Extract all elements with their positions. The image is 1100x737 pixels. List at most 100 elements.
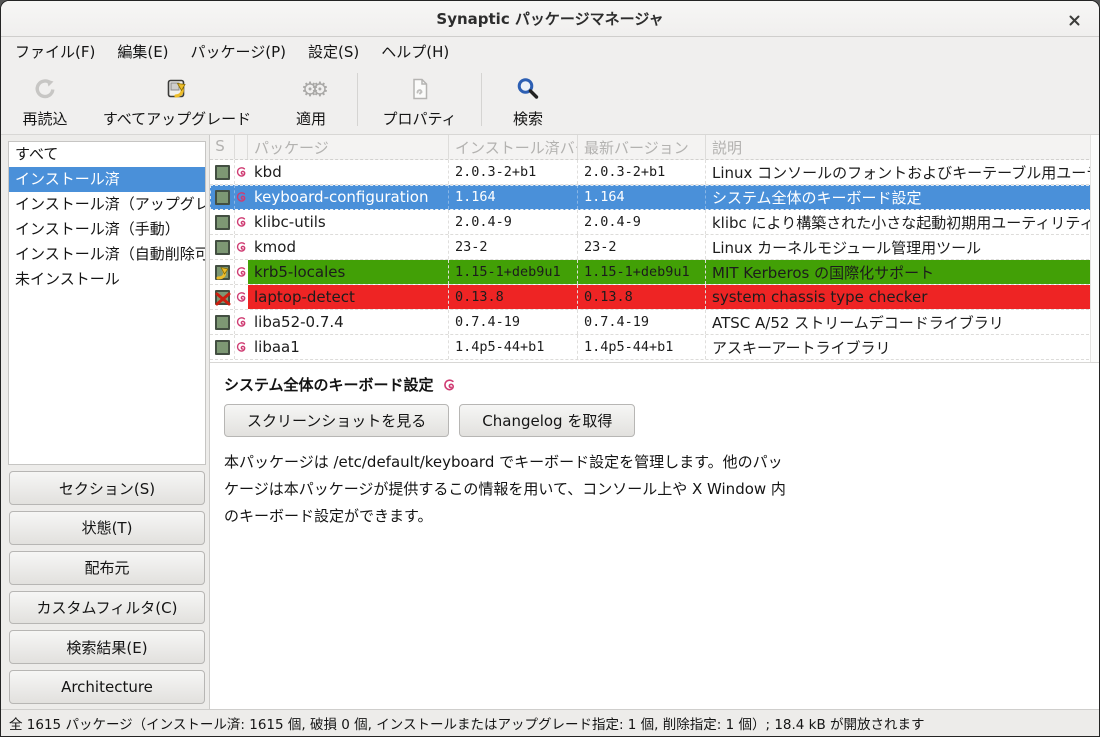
reload-icon xyxy=(32,75,58,103)
debian-swirl-icon xyxy=(235,310,248,334)
titlebar[interactable]: Synaptic パッケージマネージャ xyxy=(1,1,1099,37)
header-installed-version[interactable]: インストール済バージョン xyxy=(449,135,578,159)
package-name: libaa1 xyxy=(248,335,449,359)
upgrade-all-icon xyxy=(164,75,190,103)
upgrade-marked-icon xyxy=(215,265,230,280)
menubar: ファイル(F) 編集(E) パッケージ(P) 設定(S) ヘルプ(H) xyxy=(1,37,1099,65)
package-name: keyboard-configuration xyxy=(248,185,449,209)
latest-version: 0.7.4-19 xyxy=(578,310,706,334)
filter-not-installed[interactable]: 未インストール xyxy=(9,267,205,292)
upgrade-all-button[interactable]: すべてアップグレード xyxy=(89,65,265,134)
table-scrollbar[interactable] xyxy=(1090,135,1099,362)
reload-button[interactable]: 再読込 xyxy=(1,65,89,134)
package-description: MIT Kerberos の国際化サポート xyxy=(706,260,1099,284)
filter-all[interactable]: すべて xyxy=(9,142,205,167)
package-description: klibc により構築された小さな起動初期用ユーティリティ xyxy=(706,210,1099,234)
header-package[interactable]: パッケージ xyxy=(248,135,449,159)
table-row[interactable]: kmod 23-2 23-2 Linux カーネルモジュール管理用ツール xyxy=(210,235,1099,260)
menu-package[interactable]: パッケージ(P) xyxy=(180,37,297,65)
filter-installed-upgradable[interactable]: インストール済（アップグレード可） xyxy=(9,192,205,217)
statusbar: 全 1615 パッケージ（インストール済: 1615 個, 破損 0 個, イン… xyxy=(1,709,1099,736)
architecture-button[interactable]: Architecture xyxy=(9,670,205,704)
installed-checkbox xyxy=(215,240,230,255)
filter-list: すべて インストール済 インストール済（アップグレード可） インストール済（手動… xyxy=(8,141,206,465)
installed-checkbox xyxy=(215,215,230,230)
debian-swirl-icon xyxy=(235,335,248,359)
debian-swirl-icon xyxy=(235,185,248,209)
remove-marked-icon xyxy=(215,290,230,305)
menu-settings[interactable]: 設定(S) xyxy=(297,37,370,65)
search-button[interactable]: 検索 xyxy=(482,65,574,134)
installed-checkbox xyxy=(215,165,230,180)
header-origin[interactable] xyxy=(235,135,248,159)
properties-button[interactable]: プロパティ xyxy=(358,65,481,134)
table-row[interactable]: libaa1 1.4p5-44+b1 1.4p5-44+b1 アスキーアートライ… xyxy=(210,335,1099,360)
sections-button[interactable]: セクション(S) xyxy=(9,471,205,505)
installed-version: 0.13.8 xyxy=(449,285,578,309)
package-description: Linux カーネルモジュール管理用ツール xyxy=(706,235,1099,259)
status-cell xyxy=(210,285,235,309)
table-row-selected[interactable]: keyboard-configuration 1.164 1.164 システム全… xyxy=(210,185,1099,210)
package-name: liba52-0.7.4 xyxy=(248,310,449,334)
menu-file[interactable]: ファイル(F) xyxy=(4,37,106,65)
installed-version: 1.15-1+deb9u1 xyxy=(449,260,578,284)
close-icon xyxy=(1068,14,1081,27)
filter-installed-autoremovable[interactable]: インストール済（自動削除可能） xyxy=(9,242,205,267)
description-line: のキーボード設定ができます。 xyxy=(224,503,864,530)
latest-version: 0.13.8 xyxy=(578,285,706,309)
package-description: アスキーアートライブラリ xyxy=(706,335,1099,359)
installed-checkbox xyxy=(215,340,230,355)
origin-button[interactable]: 配布元 xyxy=(9,551,205,585)
package-description: system chassis type checker xyxy=(706,285,1099,309)
debian-swirl-icon xyxy=(442,377,457,393)
installed-version: 0.7.4-19 xyxy=(449,310,578,334)
package-pane: S パッケージ インストール済バージョン 最新バージョン 説明 kbd 2.0.… xyxy=(209,135,1099,709)
table-row[interactable]: kbd 2.0.3-2+b1 2.0.3-2+b1 Linux コンソールのフォ… xyxy=(210,160,1099,185)
table-row[interactable]: liba52-0.7.4 0.7.4-19 0.7.4-19 ATSC A/52… xyxy=(210,310,1099,335)
apply-gears-icon: ⚙⚙ xyxy=(301,75,321,103)
debian-swirl-icon xyxy=(235,260,248,284)
filter-installed-manual[interactable]: インストール済（手動） xyxy=(9,217,205,242)
latest-version: 23-2 xyxy=(578,235,706,259)
filter-installed[interactable]: インストール済 xyxy=(9,167,205,192)
description-line: ケージは本パッケージが提供するこの情報を用いて、コンソール上や X Window… xyxy=(224,476,864,503)
status-cell xyxy=(210,160,235,184)
details-title: システム全体のキーボード設定 xyxy=(224,374,434,395)
table-row-marked-upgrade[interactable]: krb5-locales 1.15-1+deb9u1 1.15-1+deb9u1… xyxy=(210,260,1099,285)
properties-label: プロパティ xyxy=(382,108,456,129)
changelog-button[interactable]: Changelog を取得 xyxy=(459,404,635,437)
apply-button[interactable]: ⚙⚙ 適用 xyxy=(265,65,357,134)
latest-version: 2.0.3-2+b1 xyxy=(578,160,706,184)
window-title: Synaptic パッケージマネージャ xyxy=(1,8,1099,29)
header-description[interactable]: 説明 xyxy=(706,135,1099,159)
properties-icon xyxy=(407,75,433,103)
upgrade-all-label: すべてアップグレード xyxy=(103,108,251,129)
latest-version: 1.15-1+deb9u1 xyxy=(578,260,706,284)
toolbar: 再読込 すべてアップグレード ⚙⚙ 適用 xyxy=(1,65,1099,135)
status-button[interactable]: 状態(T) xyxy=(9,511,205,545)
installed-version: 23-2 xyxy=(449,235,578,259)
status-cell xyxy=(210,185,235,209)
debian-swirl-icon xyxy=(235,235,248,259)
installed-version: 1.4p5-44+b1 xyxy=(449,335,578,359)
status-text: 全 1615 パッケージ（インストール済: 1615 個, 破損 0 個, イン… xyxy=(9,713,925,733)
status-cell xyxy=(210,210,235,234)
installed-version: 2.0.4-9 xyxy=(449,210,578,234)
close-button[interactable] xyxy=(1063,9,1085,31)
installed-version: 1.164 xyxy=(449,185,578,209)
debian-swirl-icon xyxy=(235,160,248,184)
table-row-marked-remove[interactable]: laptop-detect 0.13.8 0.13.8 system chass… xyxy=(210,285,1099,310)
custom-filters-button[interactable]: カスタムフィルタ(C) xyxy=(9,591,205,625)
menu-edit[interactable]: 編集(E) xyxy=(106,37,179,65)
screenshot-button[interactable]: スクリーンショットを見る xyxy=(224,404,449,437)
menu-help[interactable]: ヘルプ(H) xyxy=(370,37,460,65)
header-latest-version[interactable]: 最新バージョン xyxy=(578,135,706,159)
apply-label: 適用 xyxy=(296,108,326,129)
package-name: klibc-utils xyxy=(248,210,449,234)
search-label: 検索 xyxy=(513,108,543,129)
search-results-button[interactable]: 検索結果(E) xyxy=(9,630,205,664)
table-row[interactable]: klibc-utils 2.0.4-9 2.0.4-9 klibc により構築さ… xyxy=(210,210,1099,235)
header-status[interactable]: S xyxy=(210,135,235,159)
reload-label: 再読込 xyxy=(22,108,67,129)
installed-checkbox xyxy=(215,190,230,205)
